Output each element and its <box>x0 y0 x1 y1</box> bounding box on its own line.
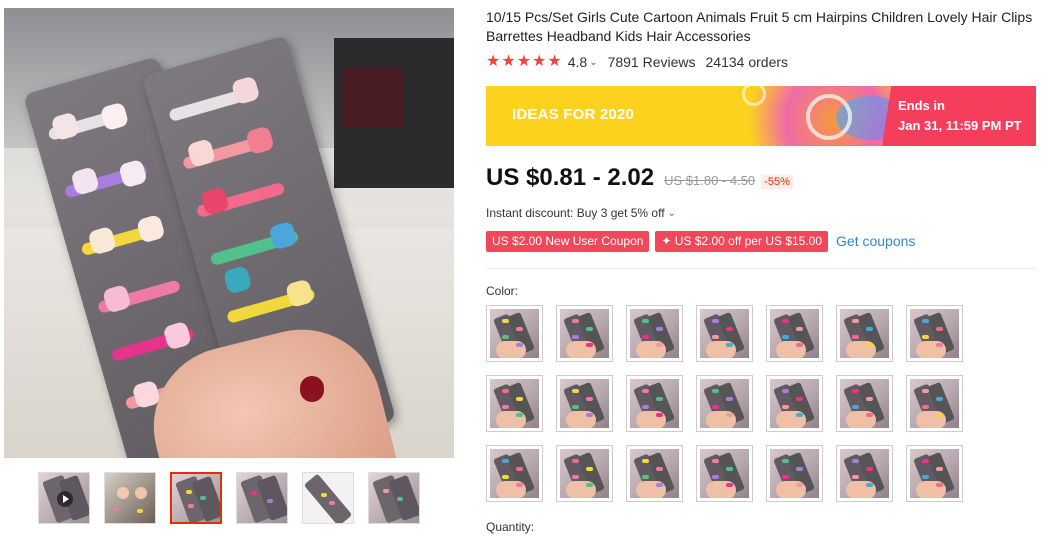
instant-discount[interactable]: Instant discount: Buy 3 get 5% off ⌄ <box>486 206 676 220</box>
store-coupon[interactable]: ✦ US $2.00 off per US $15.00 <box>655 230 829 252</box>
swatch-image <box>560 309 609 358</box>
reviews-link[interactable]: 7891 Reviews <box>608 54 696 70</box>
color-swatch-7[interactable] <box>906 305 963 362</box>
divider <box>486 268 1036 269</box>
swatch-image <box>840 379 889 428</box>
color-swatch-20[interactable] <box>836 445 893 502</box>
swatch-image <box>490 309 539 358</box>
banner-title: IDEAS FOR 2020 <box>512 106 635 123</box>
swatch-image <box>770 449 819 498</box>
star-icon: ★ <box>547 53 562 70</box>
rating-stars: ★ ★ ★ ★ ★ <box>486 54 562 70</box>
current-price: US $0.81 - 2.02 <box>486 164 655 191</box>
color-swatch-12[interactable] <box>766 375 823 432</box>
get-coupons-link[interactable]: Get coupons <box>836 233 915 249</box>
thumbnail-4[interactable] <box>236 472 288 524</box>
color-swatch-21[interactable] <box>906 445 963 502</box>
color-swatch-17[interactable] <box>626 445 683 502</box>
color-swatch-13[interactable] <box>836 375 893 432</box>
chevron-down-icon[interactable]: ⌄ <box>589 57 597 68</box>
color-swatch-16[interactable] <box>556 445 613 502</box>
swatch-image <box>490 449 539 498</box>
new-user-coupon[interactable]: US $2.00 New User Coupon <box>486 230 650 252</box>
ends-in-time: Jan 31, 11:59 PM PT <box>898 118 1022 133</box>
color-swatch-8[interactable] <box>486 375 543 432</box>
thumbnail-strip <box>38 472 420 526</box>
instant-discount-text: Instant discount: Buy 3 get 5% off <box>486 206 665 220</box>
color-swatch-10[interactable] <box>626 375 683 432</box>
star-icon: ★ <box>486 53 501 70</box>
swatch-image <box>840 309 889 358</box>
main-product-image[interactable] <box>4 8 454 458</box>
color-swatch-3[interactable] <box>626 305 683 362</box>
play-icon <box>57 491 73 507</box>
original-price: US $1.80 - 4.50 <box>664 173 756 188</box>
color-swatch-5[interactable] <box>766 305 823 362</box>
coupon-row: US $2.00 New User Coupon ✦ US $2.00 off … <box>486 230 915 252</box>
color-swatch-1[interactable] <box>486 305 543 362</box>
orders-count: 24134 orders <box>705 54 789 70</box>
ends-in-label: Ends in <box>898 98 945 113</box>
chevron-down-icon[interactable]: ⌄ <box>668 208 676 219</box>
color-swatch-grid <box>486 305 976 505</box>
color-swatch-11[interactable] <box>696 375 753 432</box>
color-swatch-15[interactable] <box>486 445 543 502</box>
color-swatch-2[interactable] <box>556 305 613 362</box>
color-label: Color: <box>486 284 519 298</box>
thumbnail-6[interactable] <box>368 472 420 524</box>
swatch-image <box>700 309 749 358</box>
rating-value[interactable]: 4.8 <box>568 54 587 70</box>
swatch-image <box>630 379 679 428</box>
swatch-image <box>630 449 679 498</box>
swatch-image <box>910 449 959 498</box>
countdown-panel: Ends in Jan 31, 11:59 PM PT <box>882 86 1036 146</box>
thumbnail-3[interactable] <box>170 472 222 524</box>
color-swatch-19[interactable] <box>766 445 823 502</box>
promo-banner[interactable]: IDEAS FOR 2020 Ends in Jan 31, 11:59 PM … <box>486 86 1036 146</box>
thumbnail-1[interactable] <box>38 472 90 524</box>
thumbnail-5[interactable] <box>302 472 354 524</box>
banner-ring-decoration <box>806 94 852 140</box>
star-icon: ★ <box>532 53 547 70</box>
swatch-image <box>910 309 959 358</box>
quantity-label: Quantity: <box>486 520 535 534</box>
swatch-image <box>560 449 609 498</box>
rating-row: ★ ★ ★ ★ ★ 4.8 ⌄ 7891 Reviews 24134 order… <box>486 52 788 72</box>
star-icon: ★ <box>516 53 532 70</box>
color-swatch-9[interactable] <box>556 375 613 432</box>
swatch-image <box>770 379 819 428</box>
color-swatch-4[interactable] <box>696 305 753 362</box>
swatch-image <box>700 449 749 498</box>
star-icon: ★ <box>501 53 516 70</box>
swatch-image <box>840 449 889 498</box>
nail <box>300 376 324 402</box>
swatch-image <box>630 309 679 358</box>
color-swatch-18[interactable] <box>696 445 753 502</box>
product-title: 10/15 Pcs/Set Girls Cute Cartoon Animals… <box>486 9 1033 44</box>
swatch-image <box>700 379 749 428</box>
thumbnail-2[interactable] <box>104 472 156 524</box>
color-swatch-14[interactable] <box>906 375 963 432</box>
background-sign <box>344 68 404 128</box>
swatch-image <box>490 379 539 428</box>
swatch-image <box>560 379 609 428</box>
swatch-image <box>910 379 959 428</box>
color-swatch-6[interactable] <box>836 305 893 362</box>
swatch-image <box>770 309 819 358</box>
discount-badge: -55% <box>761 175 793 189</box>
price-row: US $0.81 - 2.02 US $1.80 - 4.50 -55% <box>486 164 793 194</box>
